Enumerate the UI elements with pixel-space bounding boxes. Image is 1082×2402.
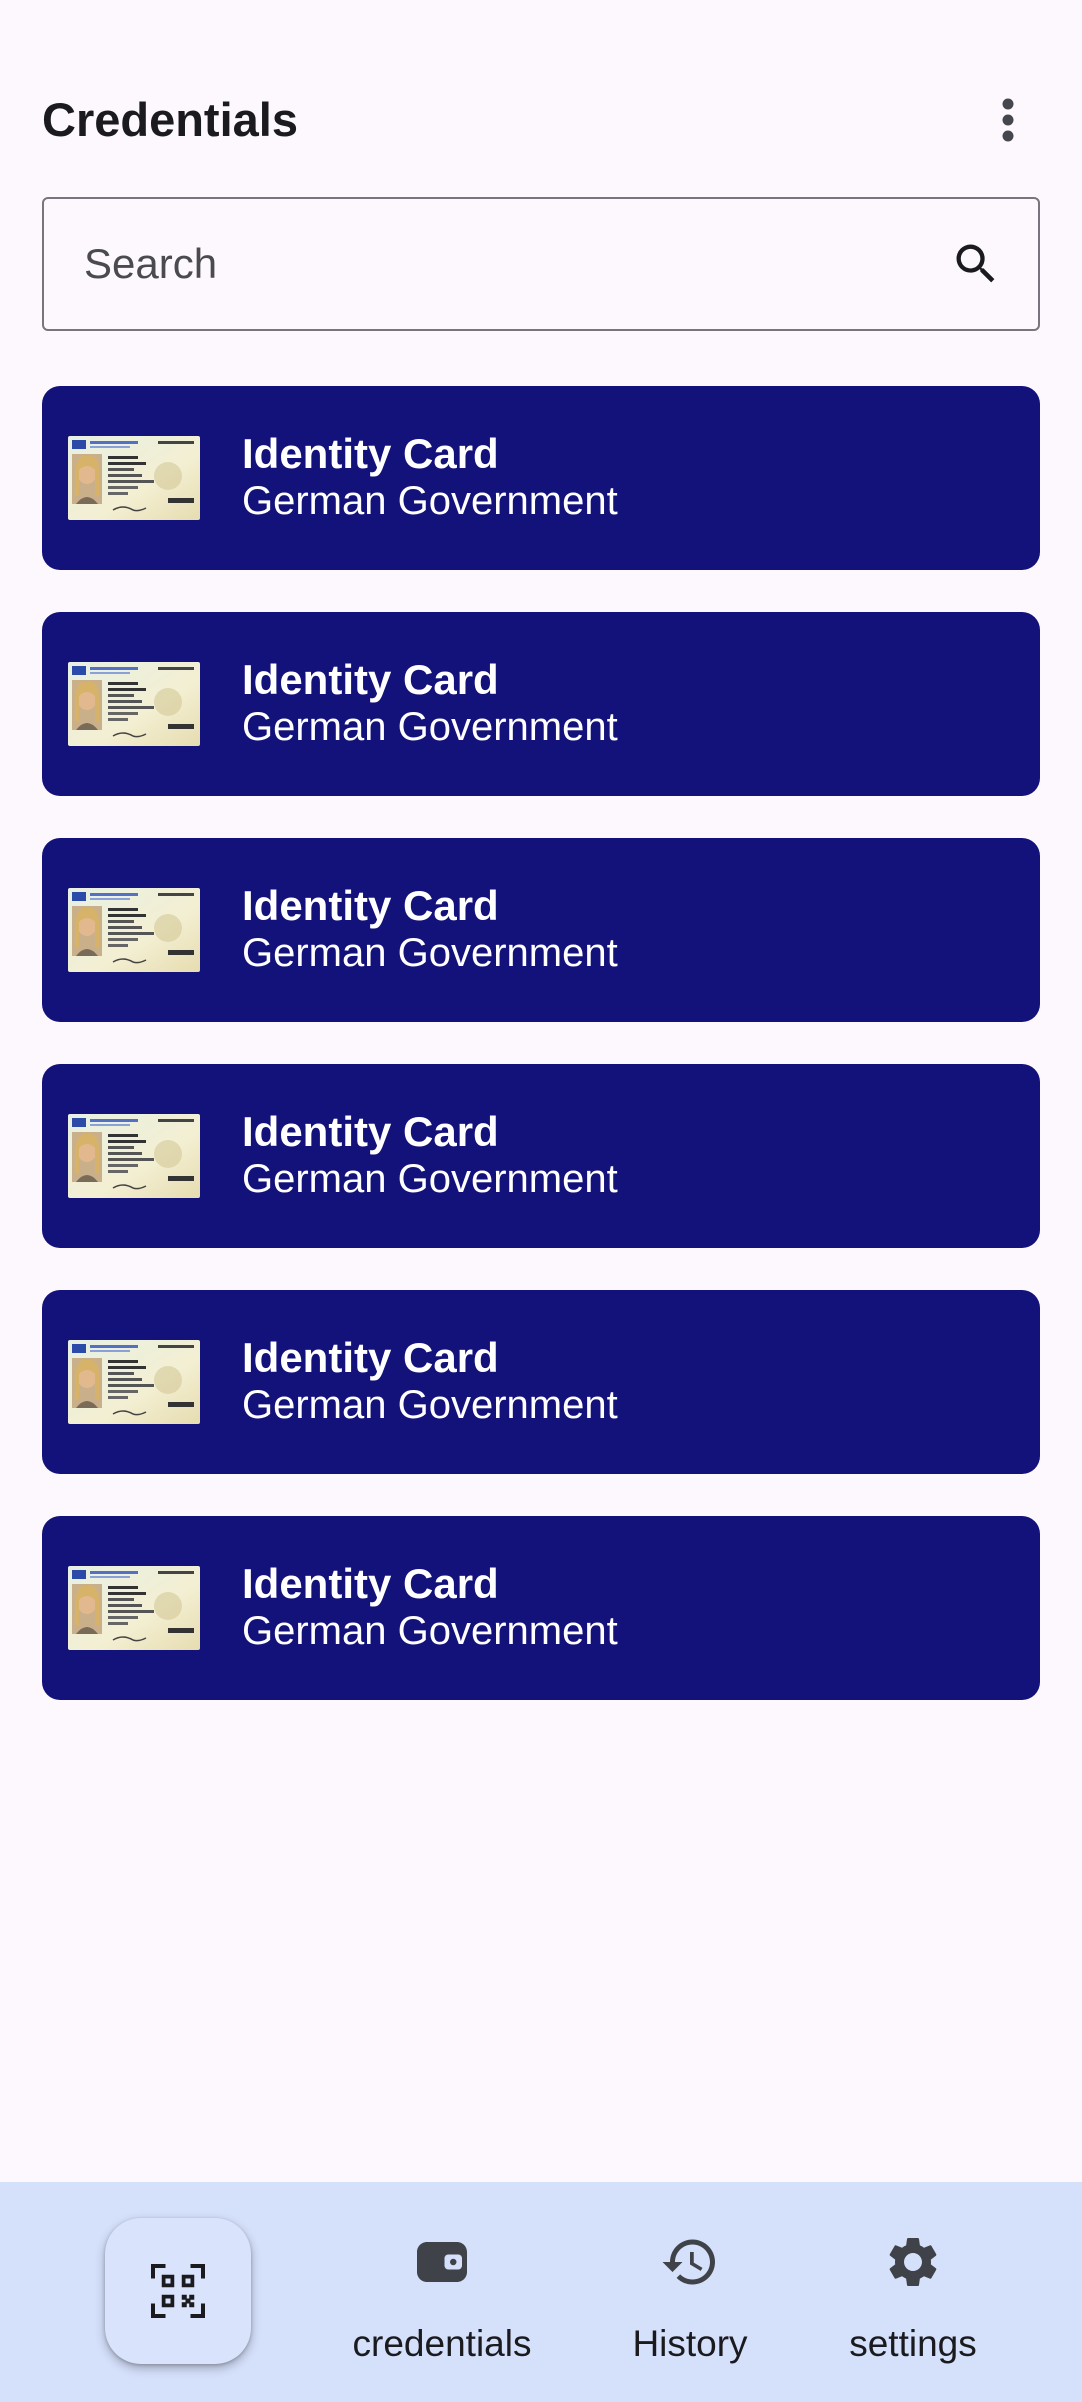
credential-issuer: German Government [242, 1157, 618, 1201]
page-title: Credentials [42, 93, 298, 146]
nav-item-credentials[interactable]: credentials [332, 2182, 552, 2402]
credential-title: Identity Card [242, 1334, 499, 1381]
bottom-navigation-bar: credentials History settings [0, 2182, 1082, 2402]
credential-issuer: German Government [242, 931, 618, 975]
credential-card[interactable]: Identity Card German Government [42, 1064, 1040, 1248]
credential-card[interactable]: Identity Card German Government [42, 386, 1040, 570]
credential-issuer: German Government [242, 1383, 618, 1427]
credential-title: Identity Card [242, 1560, 499, 1607]
credential-title: Identity Card [242, 656, 499, 703]
id-card-thumbnail [68, 1566, 200, 1650]
nav-item-history[interactable]: History [580, 2182, 800, 2402]
nav-label-settings: settings [849, 2323, 977, 2364]
credential-list: Identity Card German Government Identity… [42, 386, 1040, 1742]
wallet-icon [417, 2242, 467, 2282]
search-icon[interactable] [950, 238, 1002, 290]
id-card-thumbnail [68, 662, 200, 746]
app-bar: Credentials [42, 88, 1040, 152]
more-options-button[interactable] [976, 88, 1040, 152]
history-icon [662, 2239, 715, 2285]
gear-icon [889, 2238, 937, 2286]
id-card-thumbnail [68, 1114, 200, 1198]
nav-item-settings[interactable]: settings [803, 2182, 1023, 2402]
credential-title: Identity Card [242, 882, 499, 929]
qr-scan-icon [151, 2264, 205, 2318]
credential-card[interactable]: Identity Card German Government [42, 1290, 1040, 1474]
credential-card[interactable]: Identity Card German Government [42, 1516, 1040, 1700]
credential-issuer: German Government [242, 479, 618, 523]
credential-issuer: German Government [242, 1609, 618, 1653]
search-field[interactable] [42, 197, 1040, 331]
nav-label-credentials: credentials [352, 2323, 532, 2364]
credential-issuer: German Government [242, 705, 618, 749]
id-card-thumbnail [68, 436, 200, 520]
scan-qr-button[interactable] [105, 2218, 251, 2364]
nav-label-history: History [632, 2323, 748, 2364]
id-card-thumbnail [68, 888, 200, 972]
id-card-thumbnail [68, 1340, 200, 1424]
credential-card[interactable]: Identity Card German Government [42, 612, 1040, 796]
credential-title: Identity Card [242, 1108, 499, 1155]
search-input[interactable] [84, 199, 884, 329]
credential-title: Identity Card [242, 430, 499, 477]
more-vert-icon [1002, 98, 1014, 142]
credential-card[interactable]: Identity Card German Government [42, 838, 1040, 1022]
